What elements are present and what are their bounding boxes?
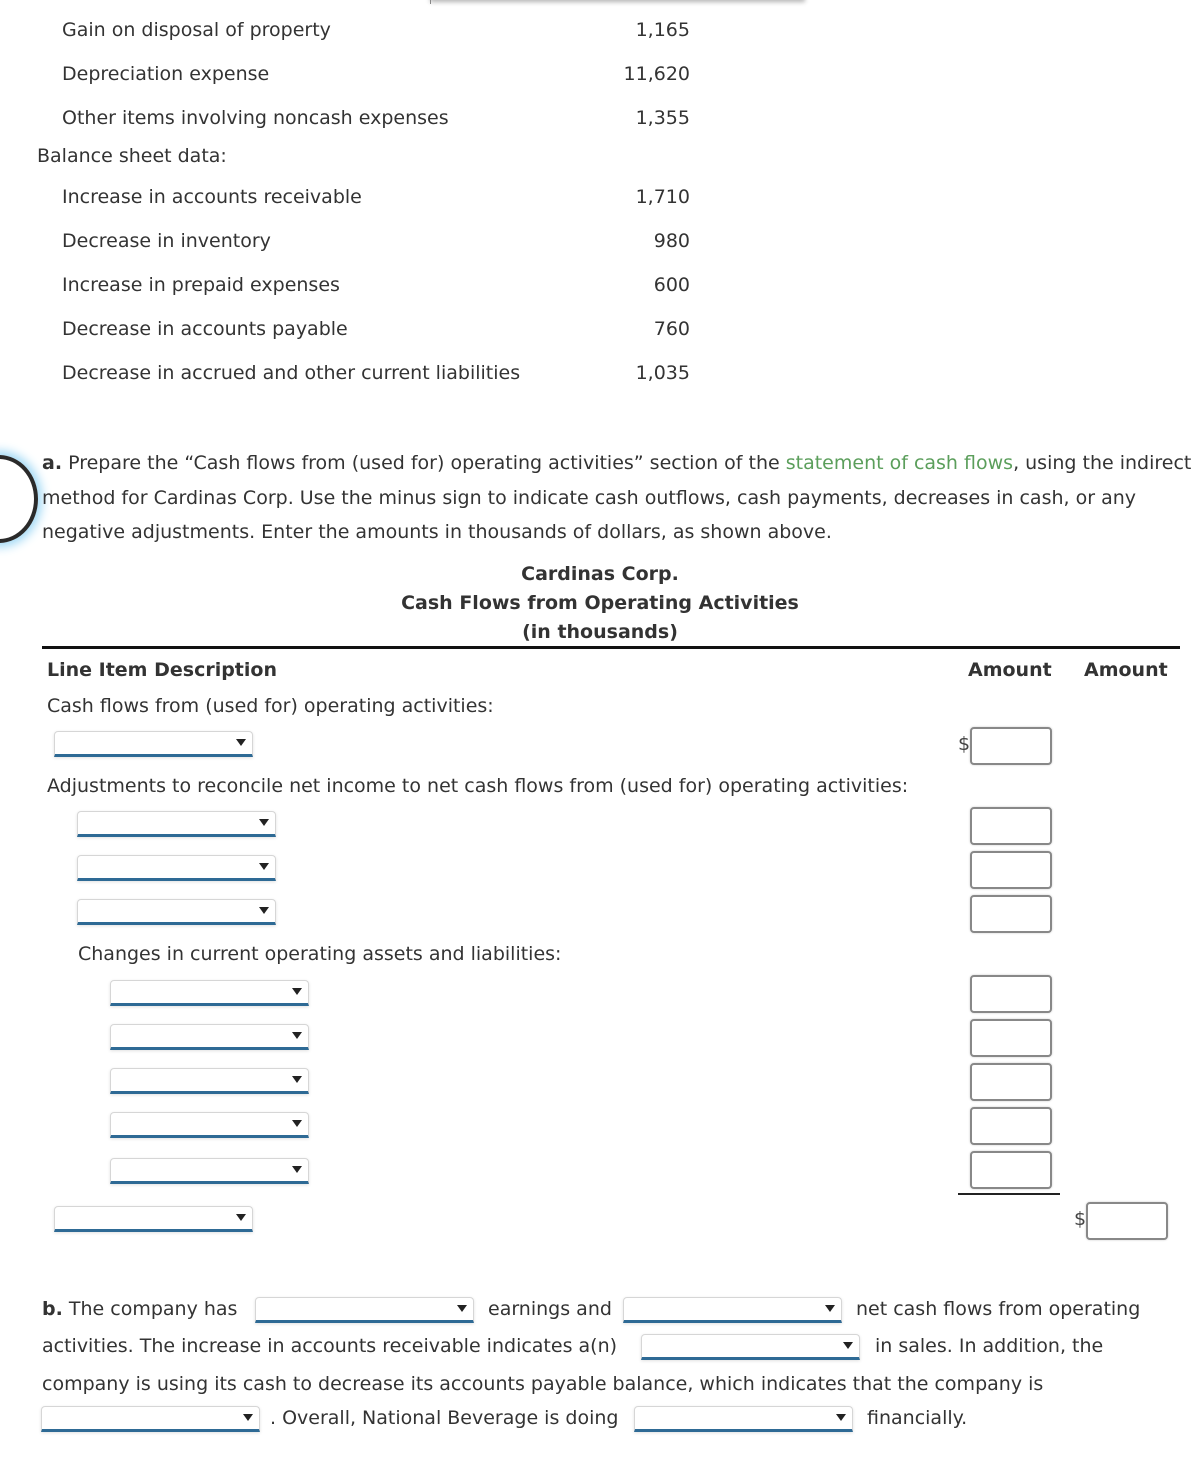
chevron-down-icon xyxy=(259,819,269,826)
balance-sheet-heading: Balance sheet data: xyxy=(37,145,227,167)
currency-symbol: $ xyxy=(958,733,971,755)
chevron-down-icon xyxy=(292,988,302,995)
part-b-text-segment: earnings and xyxy=(488,1298,612,1320)
part-b-text-segment: company is using its cash to decrease it… xyxy=(42,1373,1044,1395)
data-row-label: Increase in accounts receivable xyxy=(62,186,362,208)
line-item-select[interactable] xyxy=(110,1158,309,1184)
data-row-label: Decrease in accounts payable xyxy=(62,318,348,340)
part-b-text: b. The company has xyxy=(42,1298,237,1320)
data-row: Increase in prepaid expenses 600 xyxy=(0,273,700,297)
data-row-label: Gain on disposal of property xyxy=(62,19,331,41)
chevron-down-icon xyxy=(843,1342,853,1349)
data-row-value: 11,620 xyxy=(623,63,690,85)
data-row-label: Decrease in inventory xyxy=(62,230,271,252)
part-b-text-segment: in sales. In addition, the xyxy=(875,1335,1104,1357)
line-item-select[interactable] xyxy=(77,899,276,925)
column-header-amount-1: Amount xyxy=(968,659,1052,681)
chevron-down-icon xyxy=(292,1120,302,1127)
financial-performance-select[interactable] xyxy=(634,1406,853,1432)
line-item-select[interactable] xyxy=(110,1024,309,1050)
data-row: Increase in accounts receivable 1,710 xyxy=(0,185,700,209)
amount-input[interactable] xyxy=(970,1151,1052,1189)
amount-input[interactable] xyxy=(970,1107,1052,1145)
line-item-select[interactable] xyxy=(110,1068,309,1094)
amount-input[interactable] xyxy=(970,807,1052,845)
data-row: Decrease in accrued and other current li… xyxy=(0,361,700,385)
data-row-value: 760 xyxy=(653,318,690,340)
data-row: Decrease in accounts payable 760 xyxy=(0,317,700,341)
chevron-down-icon xyxy=(292,1032,302,1039)
data-row-value: 980 xyxy=(653,230,690,252)
subtotal-rule xyxy=(958,1193,1060,1195)
data-row-value: 1,355 xyxy=(635,107,690,129)
company-status-select[interactable] xyxy=(41,1406,260,1432)
company-name: Cardinas Corp. xyxy=(521,563,679,585)
section-adjustments-label: Adjustments to reconcile net income to n… xyxy=(47,775,909,797)
data-row-label: Increase in prepaid expenses xyxy=(62,274,340,296)
data-row-value: 1,035 xyxy=(635,362,690,384)
line-item-select[interactable] xyxy=(77,855,276,881)
data-row: Decrease in inventory 980 xyxy=(0,229,700,253)
part-a-instructions: a. Prepare the “Cash flows from (used fo… xyxy=(42,446,1192,550)
data-row-value: 600 xyxy=(653,274,690,296)
total-amount-input[interactable] xyxy=(1086,1202,1168,1240)
data-row-value: 1,165 xyxy=(635,19,690,41)
header-rule xyxy=(42,646,1180,649)
chevron-down-icon xyxy=(457,1305,467,1312)
chevron-down-icon xyxy=(236,1214,246,1221)
part-b-text-segment: . Overall, National Beverage is doing xyxy=(270,1407,619,1429)
data-row-value: 1,710 xyxy=(635,186,690,208)
data-row-label: Other items involving noncash expenses xyxy=(62,107,449,129)
sales-change-select[interactable] xyxy=(641,1334,860,1360)
amount-input[interactable] xyxy=(970,727,1052,765)
chevron-down-icon xyxy=(259,907,269,914)
column-header-description: Line Item Description xyxy=(47,659,277,681)
line-item-select[interactable] xyxy=(77,811,276,837)
data-row: Other items involving noncash expenses 1… xyxy=(0,106,700,130)
statement-of-cash-flows-link[interactable]: statement of cash flows xyxy=(786,452,1013,474)
amount-input[interactable] xyxy=(970,1019,1052,1057)
part-b-text-segment: net cash flows from operating xyxy=(856,1298,1141,1320)
data-row-label: Decrease in accrued and other current li… xyxy=(62,362,521,384)
chevron-down-icon xyxy=(836,1414,846,1421)
instruction-text: Prepare the “Cash flows from (used for) … xyxy=(62,452,786,474)
column-header-amount-2: Amount xyxy=(1084,659,1168,681)
amount-input[interactable] xyxy=(970,895,1052,933)
chevron-down-icon xyxy=(236,739,246,746)
section-changes-label: Changes in current operating assets and … xyxy=(78,943,562,965)
data-row: Gain on disposal of property 1,165 xyxy=(0,18,700,42)
currency-symbol: $ xyxy=(1074,1208,1087,1230)
statement-title: Cash Flows from Operating Activities xyxy=(401,592,799,614)
amount-input[interactable] xyxy=(970,851,1052,889)
divider xyxy=(430,0,431,4)
chevron-down-icon xyxy=(243,1414,253,1421)
part-b-text-segment: The company has xyxy=(62,1298,238,1320)
line-item-select[interactable] xyxy=(54,731,253,757)
part-a-marker: a. xyxy=(42,452,63,474)
section-operating-label: Cash flows from (used for) operating act… xyxy=(47,695,494,717)
line-item-select[interactable] xyxy=(110,1112,309,1138)
focus-ring-icon xyxy=(0,455,38,543)
statement-units: (in thousands) xyxy=(522,621,678,643)
amount-input[interactable] xyxy=(970,1063,1052,1101)
earnings-select[interactable] xyxy=(255,1297,474,1323)
chevron-down-icon xyxy=(292,1166,302,1173)
data-row-label: Depreciation expense xyxy=(62,63,270,85)
part-b-text-segment: activities. The increase in accounts rec… xyxy=(42,1335,618,1357)
chevron-down-icon xyxy=(292,1076,302,1083)
net-cash-flows-select[interactable] xyxy=(623,1297,842,1323)
part-b-marker: b. xyxy=(42,1298,63,1320)
data-row: Depreciation expense 11,620 xyxy=(0,62,700,86)
chevron-down-icon xyxy=(825,1305,835,1312)
total-line-item-select[interactable] xyxy=(54,1206,253,1232)
part-b-text-segment: financially. xyxy=(867,1407,968,1429)
amount-input[interactable] xyxy=(970,975,1052,1013)
chevron-down-icon xyxy=(259,863,269,870)
line-item-select[interactable] xyxy=(110,980,309,1006)
